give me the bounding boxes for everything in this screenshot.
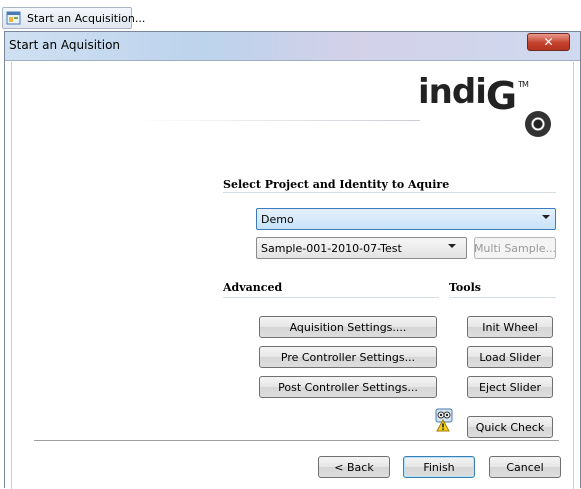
quick-check-warning-icon [435,408,453,432]
taskbar-strip: Start an Acquisition... [0,0,581,31]
logo-wheel-icon [525,111,551,137]
multi-sample-button[interactable]: Multi Sample... [474,237,556,259]
title-bar[interactable]: Start an Aquisition ✕ [5,32,580,61]
acquisition-settings-button[interactable]: Aquisition Settings.... [259,316,437,338]
project-section-rule [223,192,556,193]
pre-controller-settings-button[interactable]: Pre Controller Settings... [259,346,437,368]
advanced-section-title: Advanced [223,281,283,294]
window-title: Start an Aquisition [9,38,121,52]
eject-slider-button[interactable]: Eject Slider [467,376,553,398]
taskbar-button[interactable]: Start an Acquisition... [2,7,145,29]
chevron-down-icon [542,215,550,219]
tools-section-title: Tools [449,281,481,294]
quick-check-button[interactable]: Quick Check [467,416,553,438]
footer-separator [34,440,559,442]
project-dropdown[interactable]: Demo [256,208,556,230]
tools-section-rule [449,297,556,298]
taskbar-label: Start an Acquisition... [27,11,146,25]
application-icon [6,10,22,26]
init-wheel-button[interactable]: Init Wheel [467,316,553,338]
project-dropdown-value: Demo [261,212,294,226]
project-section-title: Select Project and Identity to Aquire [223,178,450,191]
load-slider-button[interactable]: Load Slider [467,346,553,368]
logo-g: G [485,74,517,118]
identity-dropdown[interactable]: Sample-001-2010-07-Test [256,237,467,259]
cancel-button[interactable]: Cancel [489,456,561,478]
close-button[interactable]: ✕ [527,33,570,51]
indigo-logo: indiG TM [418,72,529,118]
finish-button[interactable]: Finish [403,456,475,478]
logo-text: indi [418,72,487,112]
advanced-section-rule [223,297,439,298]
back-button[interactable]: < Back [318,456,390,478]
logo-trademark: TM [518,80,529,89]
chevron-down-icon [448,244,456,248]
post-controller-settings-button[interactable]: Post Controller Settings... [259,376,437,398]
identity-dropdown-value: Sample-001-2010-07-Test [261,241,402,255]
logo-divider [130,120,420,121]
close-icon: ✕ [543,35,554,49]
